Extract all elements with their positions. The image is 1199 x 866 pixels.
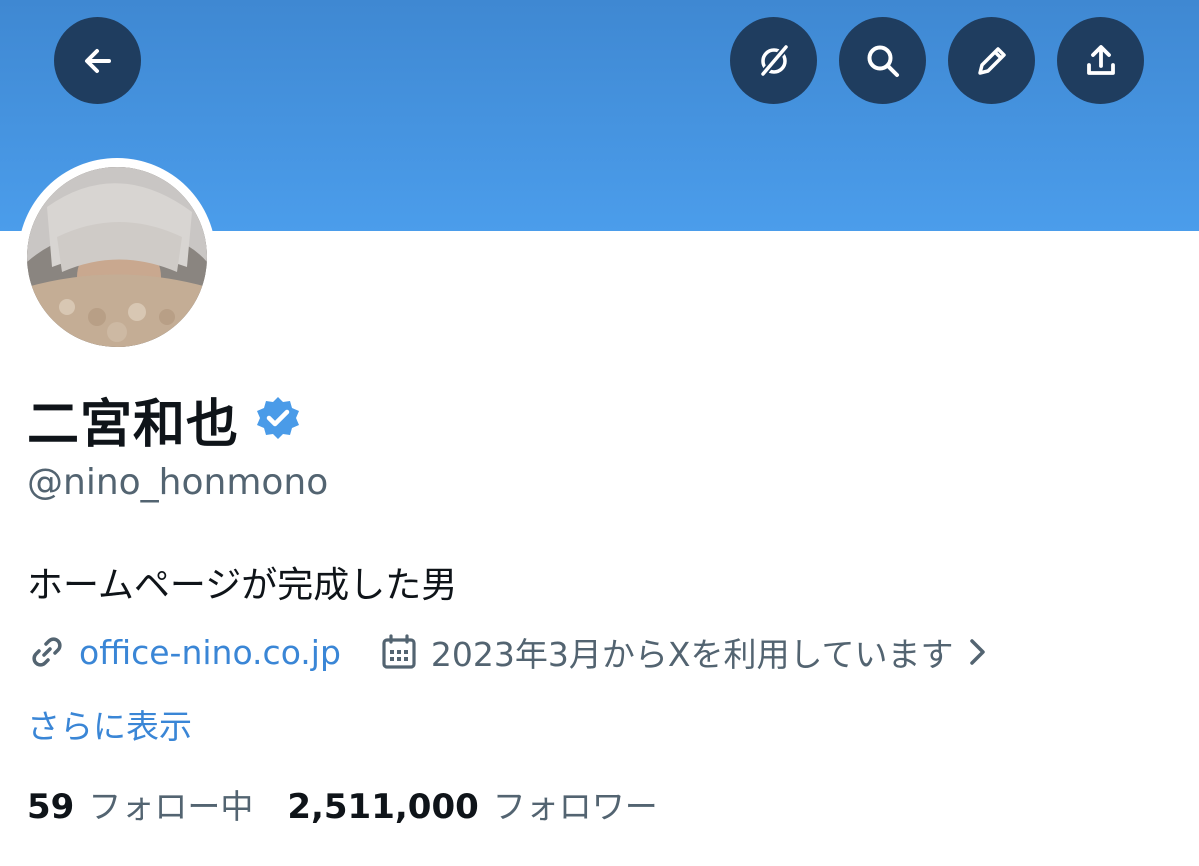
website-link[interactable]: office-nino.co.jp	[79, 633, 341, 672]
verified-badge-icon[interactable]	[253, 394, 303, 444]
grok-button[interactable]	[730, 17, 817, 104]
following-count[interactable]: 59	[27, 787, 74, 827]
avatar-photo	[27, 167, 207, 347]
user-handle: @nino_honmono	[27, 462, 329, 503]
search-icon	[867, 45, 899, 77]
share-button[interactable]	[1057, 17, 1144, 104]
followers-count[interactable]: 2,511,000	[287, 787, 478, 827]
calendar-icon	[382, 634, 416, 669]
chevron-right-icon[interactable]	[962, 637, 992, 667]
joined-date[interactable]: 2023年3月からXを利用しています	[431, 628, 954, 676]
share-upload-icon	[1086, 44, 1115, 75]
arrow-left-icon	[84, 48, 111, 73]
following-label[interactable]: フォロー中	[88, 780, 253, 828]
profile-meta: office-nino.co.jp 2023年3月からXを利用しています	[27, 628, 992, 676]
avatar[interactable]	[27, 167, 207, 347]
follow-stats: 59 フォロー中 2,511,000 フォロワー	[27, 780, 658, 827]
edit-button[interactable]	[948, 17, 1035, 104]
link-icon	[32, 637, 62, 667]
edit-pencil-icon	[977, 46, 1006, 75]
grok-icon	[759, 44, 789, 76]
show-more-link[interactable]: さらに表示	[27, 700, 192, 748]
profile-bio: ホームページが完成した男	[27, 565, 458, 606]
display-name: 二宮和也	[27, 394, 240, 455]
followers-label[interactable]: フォロワー	[493, 780, 658, 828]
name-row: 二宮和也	[27, 388, 303, 455]
search-button[interactable]	[839, 17, 926, 104]
back-button[interactable]	[54, 17, 141, 104]
